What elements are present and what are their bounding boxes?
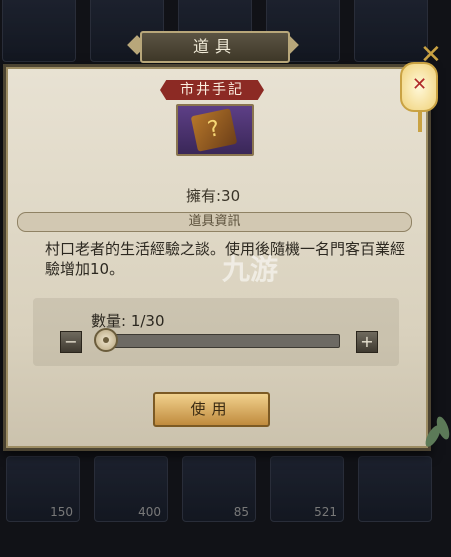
- inventory-slot[interactable]: [2, 0, 76, 62]
- slot-count: 400: [138, 505, 161, 519]
- lantern-tassel: [418, 110, 422, 132]
- book-icon: ?: [190, 108, 238, 152]
- item-icon-frame: ?: [176, 104, 254, 156]
- slot-count: 150: [50, 505, 73, 519]
- watermark-logo: 九游: [222, 253, 279, 286]
- increase-button[interactable]: +: [356, 331, 378, 353]
- use-button[interactable]: 使用: [153, 392, 270, 427]
- inventory-slot[interactable]: 400: [94, 456, 168, 522]
- section-title: 道具資訊: [17, 212, 412, 232]
- decrease-button[interactable]: −: [60, 331, 82, 353]
- inventory-row-bottom: 150 400 85 521: [0, 452, 451, 524]
- slider-handle[interactable]: [94, 328, 118, 352]
- quantity-panel: [33, 298, 399, 366]
- slot-count: 85: [233, 505, 249, 519]
- inventory-slot[interactable]: [354, 0, 428, 62]
- inventory-slot[interactable]: 85: [182, 456, 256, 522]
- inventory-slot[interactable]: 521: [270, 456, 344, 522]
- owned-count: 擁有:30: [186, 187, 241, 205]
- slot-count: 521: [314, 505, 337, 519]
- lantern-mark-icon: ✕: [412, 74, 428, 95]
- inventory-slot[interactable]: 150: [6, 456, 80, 522]
- quantity-slider[interactable]: [103, 334, 340, 348]
- item-name: 市井手記: [160, 80, 264, 100]
- dialog-title: 道具: [140, 31, 290, 63]
- inventory-slot[interactable]: [358, 456, 432, 522]
- lantern-icon: ✕: [400, 62, 438, 112]
